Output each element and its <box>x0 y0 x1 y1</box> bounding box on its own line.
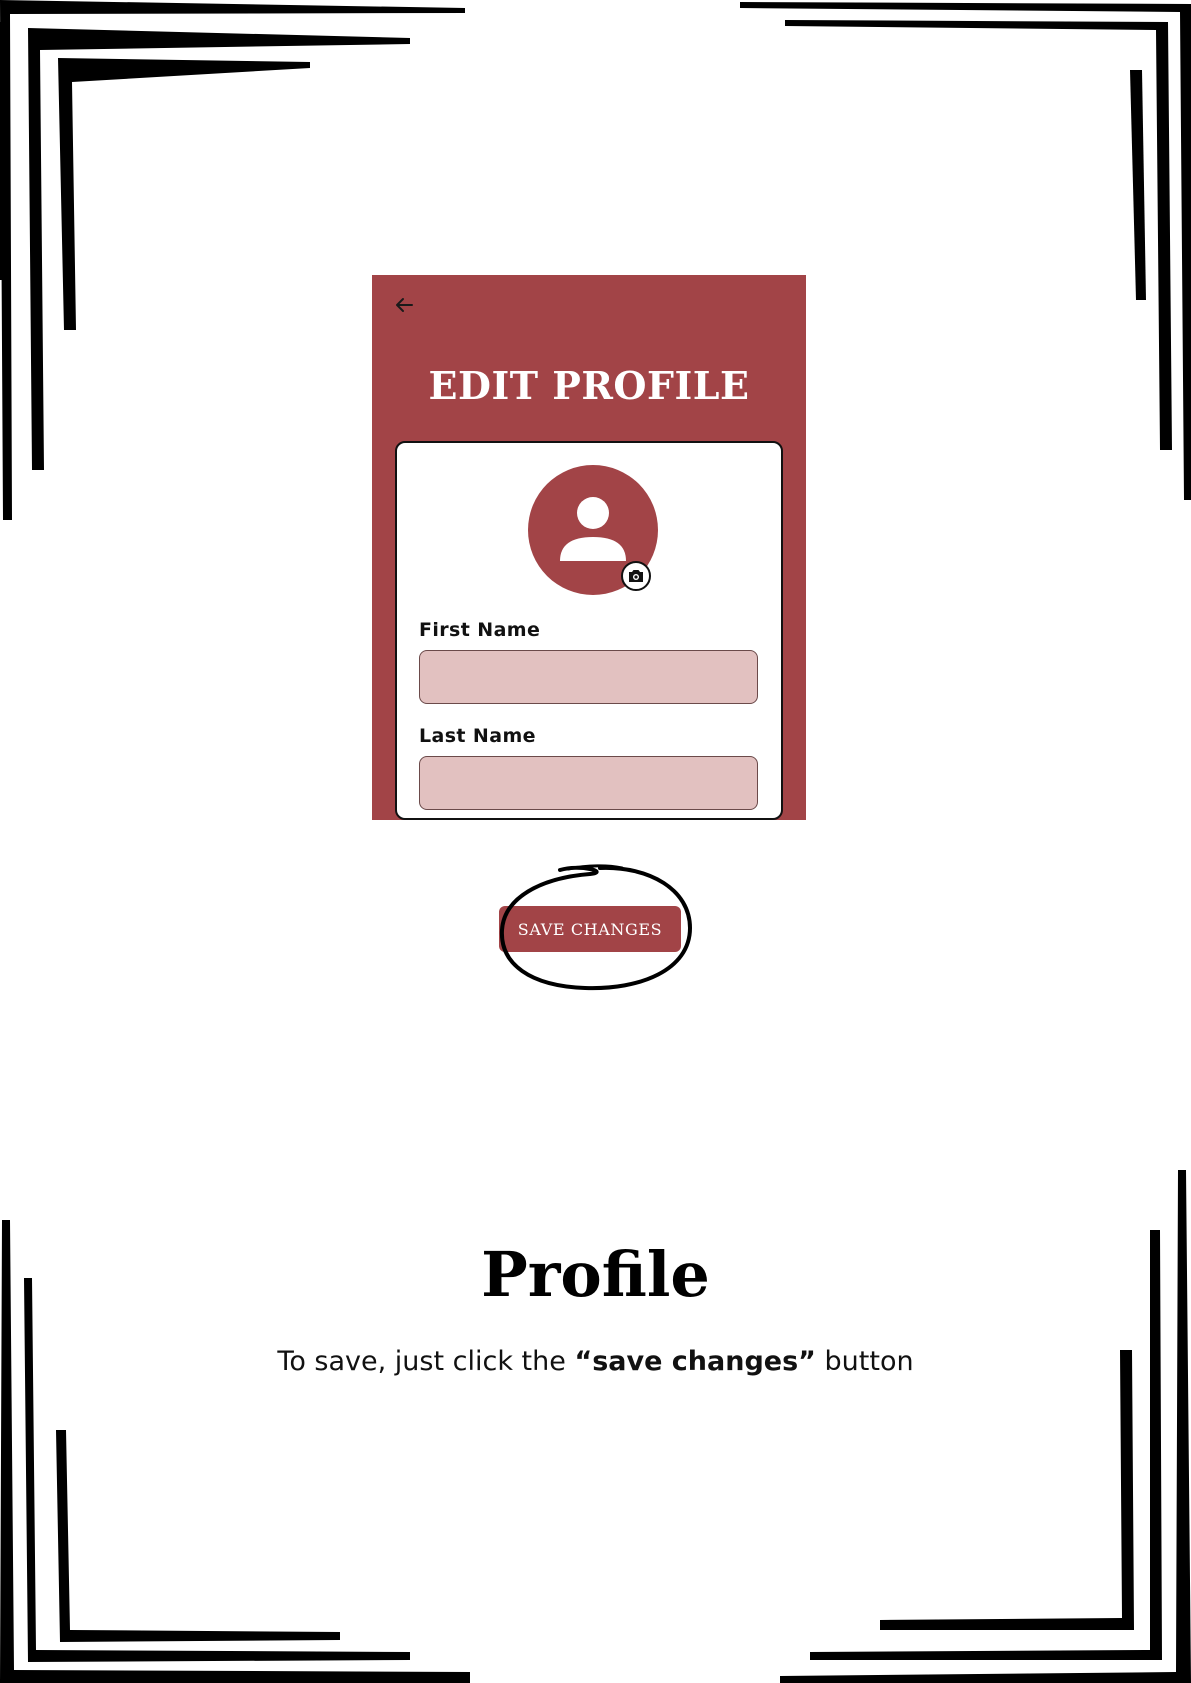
section-heading: Profile <box>481 1238 710 1311</box>
page-title: EDIT PROFILE <box>428 363 750 408</box>
camera-icon <box>629 570 643 582</box>
save-changes-button[interactable]: SAVE CHANGES <box>499 906 681 952</box>
last-name-field[interactable] <box>419 756 758 810</box>
last-name-label: Last Name <box>419 725 536 747</box>
back-arrow-icon[interactable] <box>392 293 416 317</box>
first-name-label: First Name <box>419 619 541 641</box>
phone-mockup: EDIT PROFILE First Name Last Name <box>372 275 806 820</box>
profile-form-card: First Name Last Name <box>395 441 783 820</box>
instruction-text-highlight: “save changes” <box>574 1346 816 1377</box>
first-name-field[interactable] <box>419 650 758 704</box>
change-photo-button[interactable] <box>621 561 651 591</box>
decorative-frame <box>0 0 1191 1683</box>
instruction-text-start: To save, just click the <box>277 1346 575 1377</box>
instruction-text-end: button <box>815 1346 914 1377</box>
instruction-text: To save, just click the “save changes” b… <box>0 1346 1191 1377</box>
